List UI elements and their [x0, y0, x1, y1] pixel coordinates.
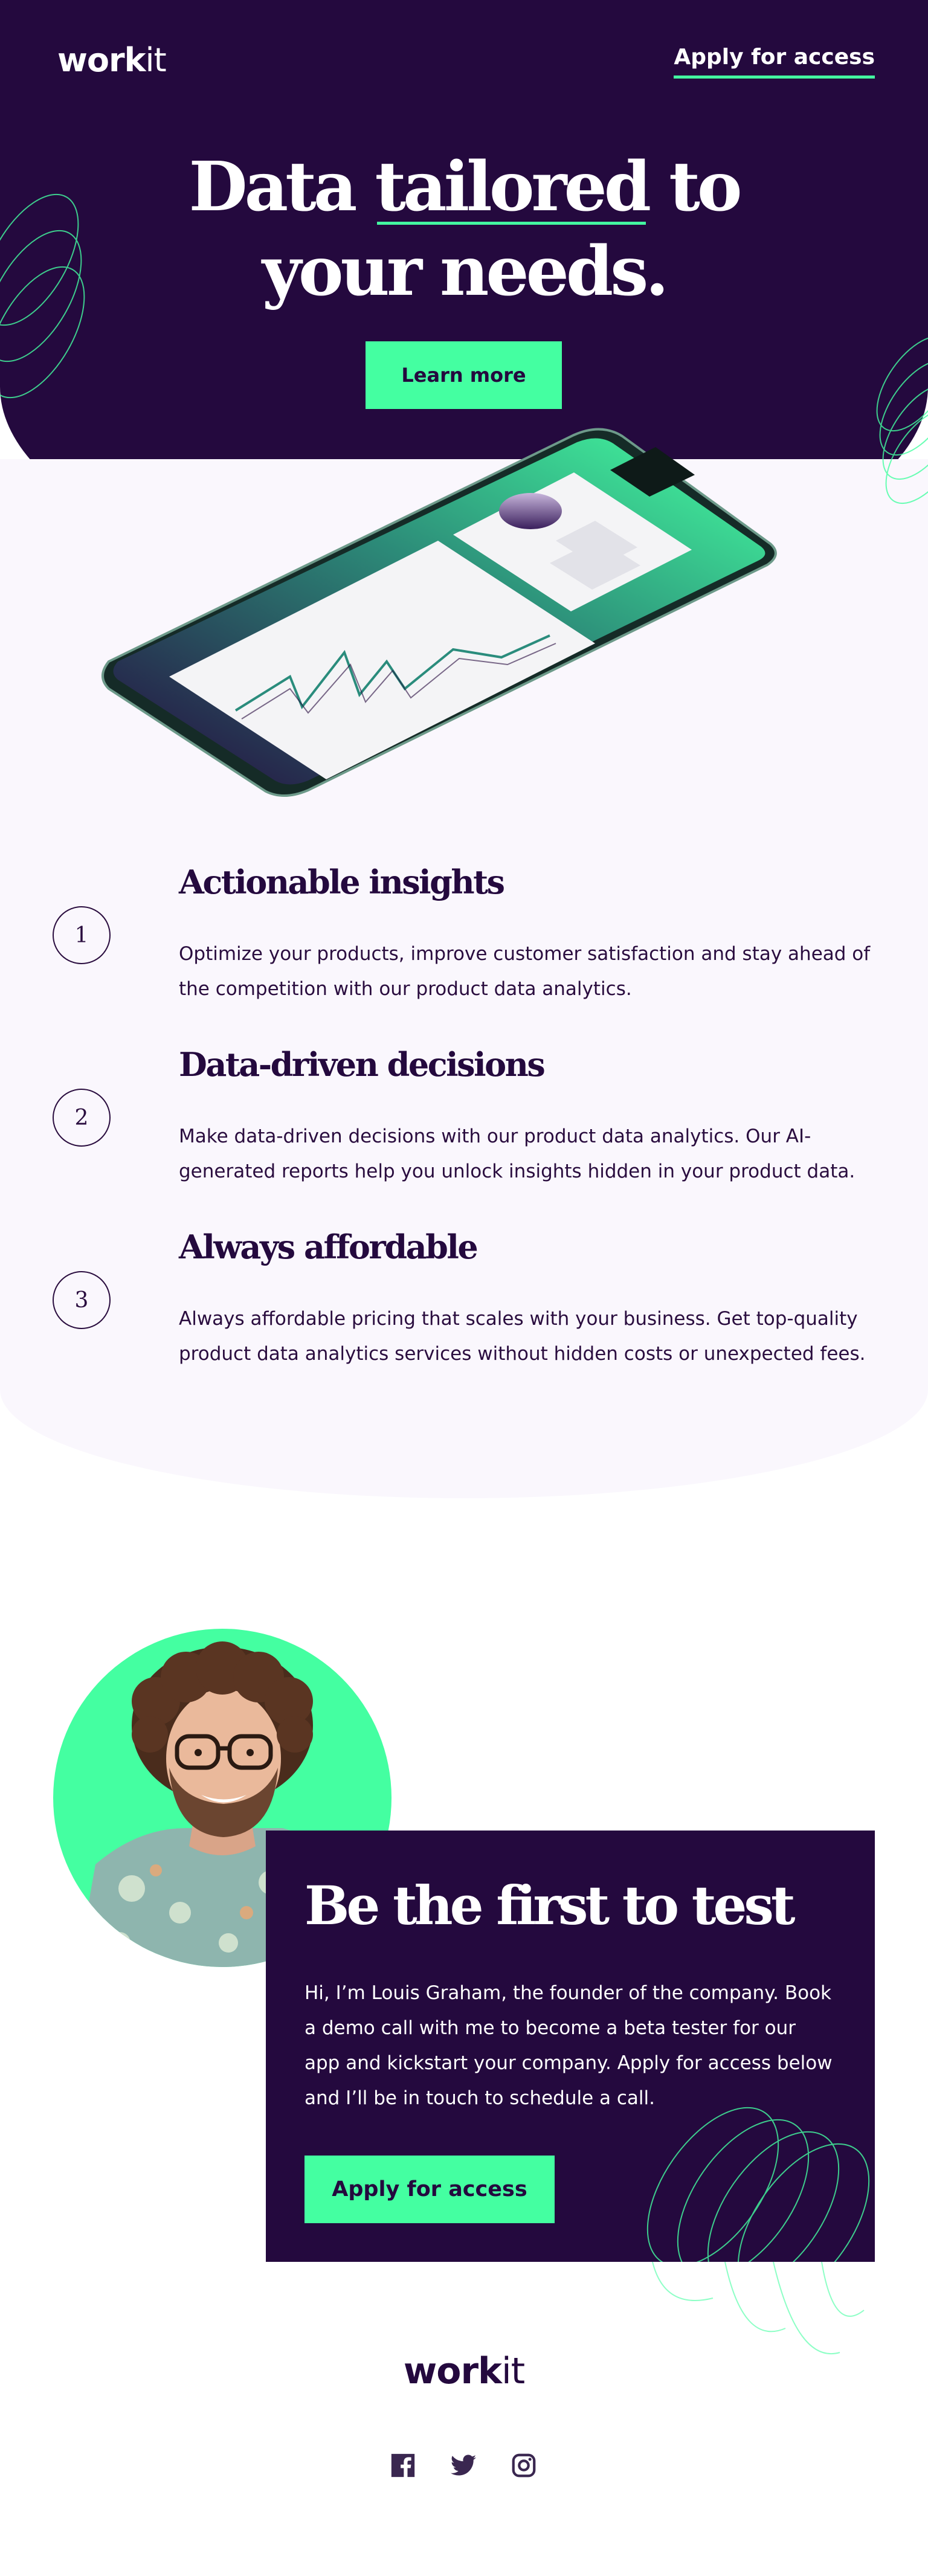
hero-title: Data tailored to your needs. — [0, 145, 928, 314]
rings-decoration-right — [876, 335, 928, 504]
hero-title-part: Data — [188, 147, 375, 227]
twitter-icon[interactable] — [450, 2452, 477, 2479]
hero-title-line2: your needs. — [262, 232, 669, 311]
learn-more-button[interactable]: Learn more — [366, 341, 562, 409]
logo-bold: work — [57, 41, 146, 79]
social-links — [389, 2452, 540, 2482]
card-description: Hi, I’m Louis Graham, the founder of the… — [304, 1982, 833, 2109]
logo[interactable]: workit — [57, 41, 167, 79]
feature-number-badge: 3 — [53, 1271, 111, 1329]
feature-title: Data-driven decisions — [179, 1045, 546, 1084]
phone-illustration — [102, 428, 777, 797]
instagram-icon[interactable] — [510, 2452, 538, 2479]
feature-description: Optimize your products, improve customer… — [179, 943, 871, 1000]
feature-title: Actionable insights — [179, 863, 505, 901]
nav-apply-link[interactable]: Apply for access — [674, 45, 875, 79]
facebook-icon[interactable] — [389, 2452, 417, 2479]
apply-for-access-button[interactable]: Apply for access — [304, 2156, 555, 2223]
logo-bold: work — [403, 2350, 502, 2392]
feature-title: Always affordable — [179, 1228, 478, 1266]
card-title: Be the first to test — [304, 1874, 796, 1937]
feature-number-badge: 1 — [53, 906, 111, 964]
logo-light: it — [501, 2350, 525, 2392]
logo-light: it — [145, 41, 167, 79]
hero-title-underlined: tailored — [375, 145, 651, 230]
footer-logo[interactable]: workit — [0, 2350, 928, 2392]
feature-description: Make data-driven decisions with our prod… — [179, 1125, 856, 1182]
feature-number-badge: 2 — [53, 1089, 111, 1147]
feature-description: Always affordable pricing that scales wi… — [179, 1308, 866, 1365]
beta-tester-card: Be the first to test Hi, I’m Louis Graha… — [266, 1831, 875, 2262]
hero-title-part: to — [648, 147, 742, 227]
